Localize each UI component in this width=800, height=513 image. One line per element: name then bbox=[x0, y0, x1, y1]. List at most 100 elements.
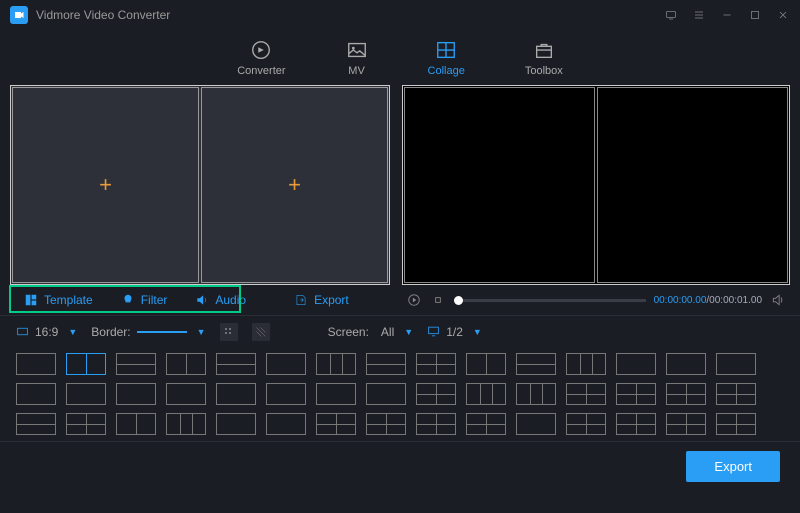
play-button[interactable] bbox=[406, 292, 422, 308]
tab-converter-label: Converter bbox=[237, 65, 285, 77]
template-item[interactable] bbox=[466, 353, 506, 375]
subtab-template-label: Template bbox=[44, 293, 93, 307]
tab-mv[interactable]: MV bbox=[346, 39, 368, 77]
template-item[interactable] bbox=[416, 353, 456, 375]
feedback-icon[interactable] bbox=[664, 8, 678, 22]
page-selector[interactable]: 1/2 ▼ bbox=[427, 325, 482, 339]
export-button[interactable]: Export bbox=[686, 451, 780, 482]
template-item[interactable] bbox=[166, 353, 206, 375]
template-item[interactable] bbox=[16, 353, 56, 375]
template-item[interactable] bbox=[716, 413, 756, 435]
page-value: 1/2 bbox=[446, 325, 463, 339]
aspect-icon bbox=[16, 325, 29, 338]
subtab-filter[interactable]: Filter bbox=[107, 285, 182, 315]
aspect-value: 16:9 bbox=[35, 325, 58, 339]
seek-thumb[interactable] bbox=[454, 296, 463, 305]
template-item[interactable] bbox=[416, 413, 456, 435]
border-label: Border: bbox=[91, 325, 130, 339]
aspect-ratio-selector[interactable]: 16:9 ▼ bbox=[16, 325, 77, 339]
subtab-filter-label: Filter bbox=[141, 293, 168, 307]
stop-button[interactable] bbox=[430, 292, 446, 308]
template-item[interactable] bbox=[716, 353, 756, 375]
template-item[interactable] bbox=[516, 353, 556, 375]
template-item[interactable] bbox=[516, 383, 556, 405]
template-item[interactable] bbox=[666, 383, 706, 405]
converter-icon bbox=[250, 39, 272, 61]
template-item[interactable] bbox=[666, 413, 706, 435]
template-item[interactable] bbox=[166, 413, 206, 435]
seek-track[interactable] bbox=[454, 299, 646, 302]
tab-collage[interactable]: Collage bbox=[428, 39, 465, 77]
template-item[interactable] bbox=[416, 383, 456, 405]
template-item[interactable] bbox=[666, 353, 706, 375]
template-item[interactable] bbox=[66, 383, 106, 405]
subtab-export[interactable]: Export bbox=[280, 285, 363, 315]
menu-icon[interactable] bbox=[692, 8, 706, 22]
template-item[interactable] bbox=[366, 353, 406, 375]
template-item[interactable] bbox=[66, 413, 106, 435]
template-icon bbox=[24, 293, 38, 307]
template-item[interactable] bbox=[316, 383, 356, 405]
template-item[interactable] bbox=[466, 413, 506, 435]
screen-selector[interactable]: Screen: All ▼ bbox=[328, 325, 414, 339]
close-icon[interactable] bbox=[776, 8, 790, 22]
template-item[interactable] bbox=[66, 353, 106, 375]
template-item[interactable] bbox=[716, 383, 756, 405]
border-control: Border: ▼ bbox=[91, 325, 205, 339]
subtab-audio[interactable]: Audio bbox=[181, 285, 260, 315]
export-icon bbox=[294, 293, 308, 307]
preview-slot-1 bbox=[404, 87, 595, 283]
template-item[interactable] bbox=[466, 383, 506, 405]
template-item[interactable] bbox=[266, 353, 306, 375]
canvas-slot-1[interactable]: + bbox=[12, 87, 199, 283]
maximize-icon[interactable] bbox=[748, 8, 762, 22]
tab-converter[interactable]: Converter bbox=[237, 39, 285, 77]
subtab-template[interactable]: Template bbox=[10, 285, 107, 315]
canvas-slot-2[interactable]: + bbox=[201, 87, 388, 283]
template-item[interactable] bbox=[116, 353, 156, 375]
collage-icon bbox=[435, 39, 457, 61]
template-item[interactable] bbox=[566, 413, 606, 435]
template-item[interactable] bbox=[316, 413, 356, 435]
template-item[interactable] bbox=[216, 383, 256, 405]
template-item[interactable] bbox=[116, 383, 156, 405]
template-item[interactable] bbox=[616, 413, 656, 435]
tab-toolbox[interactable]: Toolbox bbox=[525, 39, 563, 77]
title-bar: Vidmore Video Converter bbox=[0, 0, 800, 30]
template-item[interactable] bbox=[216, 353, 256, 375]
template-row bbox=[16, 413, 784, 435]
border-style-preview[interactable] bbox=[137, 331, 187, 333]
editor-pane: + + Template Filter Audio Export bbox=[10, 85, 390, 315]
template-item[interactable] bbox=[266, 413, 306, 435]
time-total: 00:00:01.00 bbox=[709, 295, 762, 306]
template-item[interactable] bbox=[566, 383, 606, 405]
audio-icon bbox=[195, 293, 209, 307]
template-item[interactable] bbox=[116, 413, 156, 435]
preview-pane: 00:00:00.00/00:00:01.00 bbox=[402, 85, 790, 315]
footer: Export bbox=[0, 441, 800, 491]
playback-bar: 00:00:00.00/00:00:01.00 bbox=[402, 285, 790, 315]
collage-canvas: + + bbox=[10, 85, 390, 285]
template-item[interactable] bbox=[566, 353, 606, 375]
template-item[interactable] bbox=[166, 383, 206, 405]
template-item[interactable] bbox=[16, 413, 56, 435]
tab-collage-label: Collage bbox=[428, 65, 465, 77]
minimize-icon[interactable] bbox=[720, 8, 734, 22]
template-item[interactable] bbox=[366, 413, 406, 435]
template-item[interactable] bbox=[616, 383, 656, 405]
volume-button[interactable] bbox=[770, 292, 786, 308]
template-item[interactable] bbox=[366, 383, 406, 405]
template-item[interactable] bbox=[216, 413, 256, 435]
template-item[interactable] bbox=[516, 413, 556, 435]
border-pattern-button[interactable] bbox=[252, 323, 270, 341]
workspace: + + Template Filter Audio Export bbox=[0, 85, 800, 315]
chevron-down-icon: ▼ bbox=[68, 327, 77, 337]
template-item[interactable] bbox=[16, 383, 56, 405]
template-item[interactable] bbox=[316, 353, 356, 375]
chevron-down-icon: ▼ bbox=[404, 327, 413, 337]
screen-value: All bbox=[381, 325, 394, 339]
toolbox-icon bbox=[533, 39, 555, 61]
border-color-button[interactable] bbox=[220, 323, 238, 341]
template-item[interactable] bbox=[266, 383, 306, 405]
template-item[interactable] bbox=[616, 353, 656, 375]
